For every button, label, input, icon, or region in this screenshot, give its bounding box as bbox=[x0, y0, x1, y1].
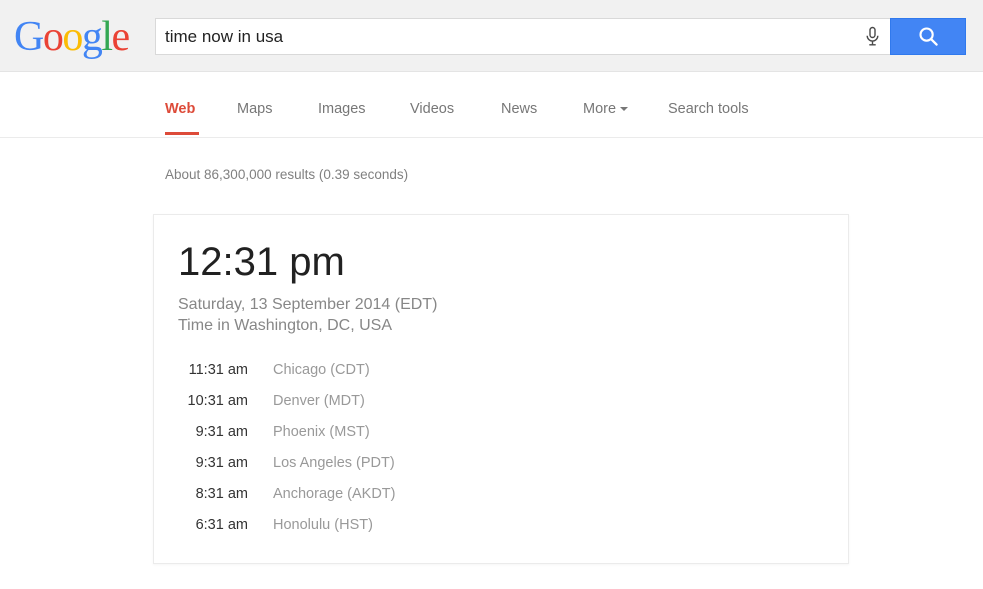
logo-letter-g-blue: G bbox=[14, 14, 44, 60]
city-time: 9:31 am bbox=[195, 455, 248, 471]
city-time-row: 10:31 am Denver (MDT) bbox=[154, 390, 850, 421]
primary-location: Time in Washington, DC, USA bbox=[178, 317, 392, 334]
tab-label: Search tools bbox=[668, 101, 749, 117]
city-time-row: 9:31 am Los Angeles (PDT) bbox=[154, 452, 850, 483]
city-name: Honolulu (HST) bbox=[273, 517, 373, 533]
tab-label: Videos bbox=[410, 101, 455, 117]
tab-web[interactable]: Web bbox=[165, 101, 195, 117]
google-logo[interactable]: Google bbox=[14, 14, 131, 60]
tab-label: Images bbox=[318, 101, 366, 117]
tab-more[interactable]: More bbox=[583, 101, 629, 117]
city-time: 8:31 am bbox=[195, 486, 248, 502]
tab-label: Maps bbox=[237, 101, 273, 117]
city-time: 6:31 am bbox=[195, 517, 248, 533]
city-time-row: 8:31 am Anchorage (AKDT) bbox=[154, 483, 850, 514]
search-bar bbox=[155, 18, 966, 55]
search-input-container[interactable] bbox=[155, 18, 855, 55]
city-time-row: 9:31 am Phoenix (MST) bbox=[154, 421, 850, 452]
page-header: Google bbox=[0, 0, 983, 72]
chevron-down-icon bbox=[620, 106, 629, 111]
tab-label: Web bbox=[165, 101, 196, 117]
result-stats: About 86,300,000 results (0.39 seconds) bbox=[165, 167, 409, 182]
time-answer-card: 12:31 pm Saturday, 13 September 2014 (ED… bbox=[153, 214, 849, 564]
voice-search-button[interactable] bbox=[855, 18, 890, 55]
logo-letter-o-red: o bbox=[42, 14, 64, 60]
city-time-row: 6:31 am Honolulu (HST) bbox=[154, 514, 850, 545]
city-time-list: 11:31 am Chicago (CDT) 10:31 am Denver (MDT… bbox=[154, 359, 850, 545]
city-time: 10:31 am bbox=[187, 393, 248, 409]
tab-images[interactable]: Images bbox=[318, 101, 366, 117]
city-name: Denver (MDT) bbox=[273, 393, 365, 409]
city-name: Los Angeles (PDT) bbox=[273, 455, 395, 471]
logo-letter-l-green: l bbox=[101, 14, 113, 60]
search-button[interactable] bbox=[890, 18, 966, 55]
microphone-icon bbox=[866, 26, 879, 46]
city-name: Anchorage (AKDT) bbox=[273, 486, 396, 502]
primary-date: Saturday, 13 September 2014 (EDT) bbox=[178, 296, 438, 313]
tab-label: News bbox=[501, 101, 538, 117]
tab-videos[interactable]: Videos bbox=[410, 101, 454, 117]
city-name: Phoenix (MST) bbox=[273, 424, 370, 440]
logo-letter-o-yellow: o bbox=[62, 14, 83, 60]
search-nav-tabs: Web Maps Images Videos News More Search tools bbox=[0, 73, 983, 138]
city-name: Chicago (CDT) bbox=[273, 362, 370, 378]
logo-letter-g-blue-2: g bbox=[81, 14, 103, 60]
primary-time: 12:31 pm bbox=[178, 240, 345, 284]
tab-maps[interactable]: Maps bbox=[237, 101, 272, 117]
active-tab-underline bbox=[165, 132, 199, 135]
search-icon bbox=[918, 27, 938, 46]
city-time: 11:31 am bbox=[188, 362, 248, 378]
tab-search-tools[interactable]: Search tools bbox=[668, 101, 749, 117]
tab-label: More bbox=[583, 101, 617, 117]
logo-letter-e-red: e bbox=[111, 14, 131, 60]
tab-news[interactable]: News bbox=[501, 101, 537, 117]
city-time-row: 11:31 am Chicago (CDT) bbox=[154, 359, 850, 390]
search-input[interactable] bbox=[165, 19, 855, 54]
nav-divider bbox=[0, 137, 983, 138]
city-time: 9:31 am bbox=[195, 424, 248, 440]
